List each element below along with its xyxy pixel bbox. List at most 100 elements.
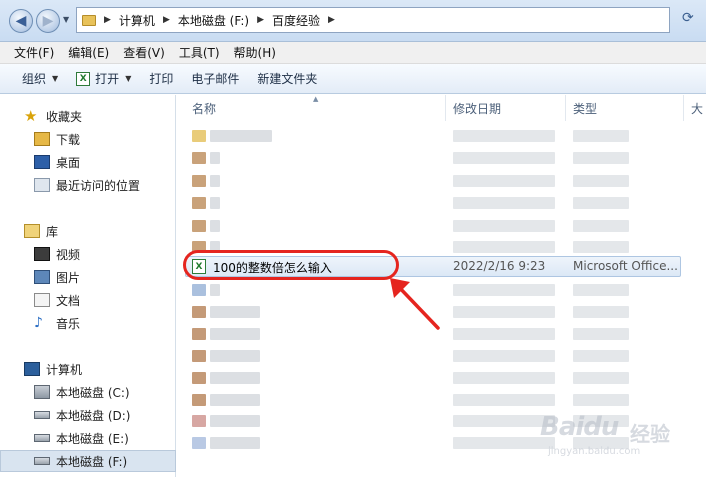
menu-help[interactable]: 帮助(H) xyxy=(227,44,283,61)
watermark-url: jingyan.baidu.com xyxy=(548,446,641,457)
breadcrumb-drive-f[interactable]: 本地磁盘 (F:) xyxy=(178,12,249,29)
menu-file[interactable]: 文件(F) xyxy=(0,44,61,61)
blurred-cell xyxy=(573,328,629,340)
nav-item-label: 桌面 xyxy=(56,155,81,170)
recent-places-icon xyxy=(34,178,50,192)
blurred-cell xyxy=(192,372,206,384)
email-button[interactable]: 电子邮件 xyxy=(182,68,248,90)
nav-item-drive-f[interactable]: 本地磁盘 (F:) xyxy=(0,450,176,472)
column-divider[interactable] xyxy=(445,95,446,121)
nav-computer-label: 计算机 xyxy=(46,362,83,377)
blurred-cell xyxy=(210,306,260,318)
blurred-cell xyxy=(210,130,272,142)
blurred-cell xyxy=(192,328,206,340)
nav-libraries-label: 库 xyxy=(46,224,59,239)
email-label: 电子邮件 xyxy=(191,72,240,86)
refresh-icon[interactable]: ⟳ xyxy=(682,10,700,30)
nav-item-drive-c[interactable]: 本地磁盘 (C:) xyxy=(0,381,176,403)
organize-button[interactable]: 组织 ▼ xyxy=(0,68,67,90)
back-button[interactable]: ◀ xyxy=(9,9,33,33)
nav-item-music[interactable]: ♪ 音乐 xyxy=(0,312,176,334)
blurred-cell xyxy=(192,350,206,362)
blurred-cell xyxy=(210,415,260,427)
column-header-name[interactable]: 名称 xyxy=(192,95,216,121)
address-bar[interactable]: ▶ 计算机 ▶ 本地磁盘 (F:) ▶ 百度经验 ▶ xyxy=(76,7,670,33)
nav-item-drive-d[interactable]: 本地磁盘 (D:) xyxy=(0,404,176,426)
print-button[interactable]: 打印 xyxy=(140,68,182,90)
caret-down-icon: ▼ xyxy=(52,74,59,83)
star-icon: ★ xyxy=(24,107,38,125)
computer-icon xyxy=(24,362,40,376)
nav-item-label: 本地磁盘 (E:) xyxy=(56,431,129,446)
nav-computer[interactable]: 计算机 xyxy=(0,358,176,380)
new-folder-button[interactable]: 新建文件夹 xyxy=(248,68,326,90)
breadcrumb-baidu-jingyan[interactable]: 百度经验 xyxy=(272,12,320,29)
blurred-cell xyxy=(573,394,629,406)
nav-item-label: 本地磁盘 (C:) xyxy=(56,385,130,400)
blurred-cell xyxy=(573,284,629,296)
blurred-cell xyxy=(573,175,629,187)
file-modified-date: 2022/2/16 9:23 xyxy=(453,259,546,273)
forward-button[interactable]: ▶ xyxy=(36,9,60,33)
new-folder-label: 新建文件夹 xyxy=(257,72,318,86)
blurred-cell xyxy=(573,152,629,164)
blurred-cell xyxy=(210,437,260,449)
blurred-cell xyxy=(210,350,260,362)
blurred-cell xyxy=(192,152,206,164)
open-button[interactable]: X 打开 ▼ xyxy=(67,68,140,90)
nav-item-videos[interactable]: 视频 xyxy=(0,243,176,265)
nav-item-drive-e[interactable]: 本地磁盘 (E:) xyxy=(0,427,176,449)
nav-item-downloads[interactable]: 下载 xyxy=(0,128,176,150)
chevron-right-icon[interactable]: ▶ xyxy=(328,15,335,25)
excel-icon: X xyxy=(76,71,91,86)
column-divider[interactable] xyxy=(565,95,566,121)
nav-item-label: 视频 xyxy=(56,247,81,262)
nav-item-label: 音乐 xyxy=(56,316,81,331)
nav-favorites-label: 收藏夹 xyxy=(46,109,83,124)
watermark-brand: Baidu xyxy=(540,412,619,442)
nav-item-recent-places[interactable]: 最近访问的位置 xyxy=(0,174,176,196)
nav-item-desktop[interactable]: 桌面 xyxy=(0,151,176,173)
blurred-cell xyxy=(453,241,555,253)
blurred-cell xyxy=(210,220,220,232)
column-divider[interactable] xyxy=(683,95,684,121)
nav-item-label: 图片 xyxy=(56,270,81,285)
menu-tools[interactable]: 工具(T) xyxy=(172,44,227,61)
recent-pages-dropdown[interactable]: ▼ xyxy=(63,15,69,24)
blurred-cell xyxy=(453,152,555,164)
menu-view[interactable]: 查看(V) xyxy=(116,44,172,61)
nav-item-pictures[interactable]: 图片 xyxy=(0,266,176,288)
blurred-cell xyxy=(210,394,260,406)
column-header-size[interactable]: 大 xyxy=(691,95,703,121)
blurred-cell xyxy=(453,175,555,187)
print-label: 打印 xyxy=(149,72,174,86)
caret-down-icon: ▼ xyxy=(125,74,132,83)
drive-icon xyxy=(34,434,50,442)
nav-item-label: 下载 xyxy=(56,132,81,147)
blurred-cell xyxy=(210,175,220,187)
blurred-cell xyxy=(573,306,629,318)
blurred-cell xyxy=(453,350,555,362)
menu-edit[interactable]: 编辑(E) xyxy=(61,44,116,61)
open-label: 打开 xyxy=(95,72,120,86)
blurred-cell xyxy=(192,130,206,142)
nav-item-documents[interactable]: 文档 xyxy=(0,289,176,311)
blurred-cell xyxy=(192,197,206,209)
column-header-type[interactable]: 类型 xyxy=(573,95,597,121)
blurred-cell xyxy=(192,415,206,427)
chevron-right-icon[interactable]: ▶ xyxy=(163,15,170,25)
video-library-icon xyxy=(34,247,50,261)
blurred-cell xyxy=(453,306,555,318)
column-header-date[interactable]: 修改日期 xyxy=(453,95,501,121)
nav-item-label: 本地磁盘 (D:) xyxy=(56,408,131,423)
blurred-cell xyxy=(210,197,220,209)
chevron-right-icon[interactable]: ▶ xyxy=(104,15,111,25)
nav-libraries[interactable]: 库 xyxy=(0,220,176,242)
breadcrumb-computer[interactable]: 计算机 xyxy=(119,12,155,29)
blurred-cell xyxy=(192,175,206,187)
chevron-right-icon[interactable]: ▶ xyxy=(257,15,264,25)
watermark-suffix: 经验 xyxy=(630,422,670,446)
nav-favorites[interactable]: ★ 收藏夹 xyxy=(0,105,176,127)
sort-ascending-icon: ▲ xyxy=(313,95,319,103)
baidu-watermark: Baidu 经验 jingyan.baidu.com xyxy=(540,408,700,468)
